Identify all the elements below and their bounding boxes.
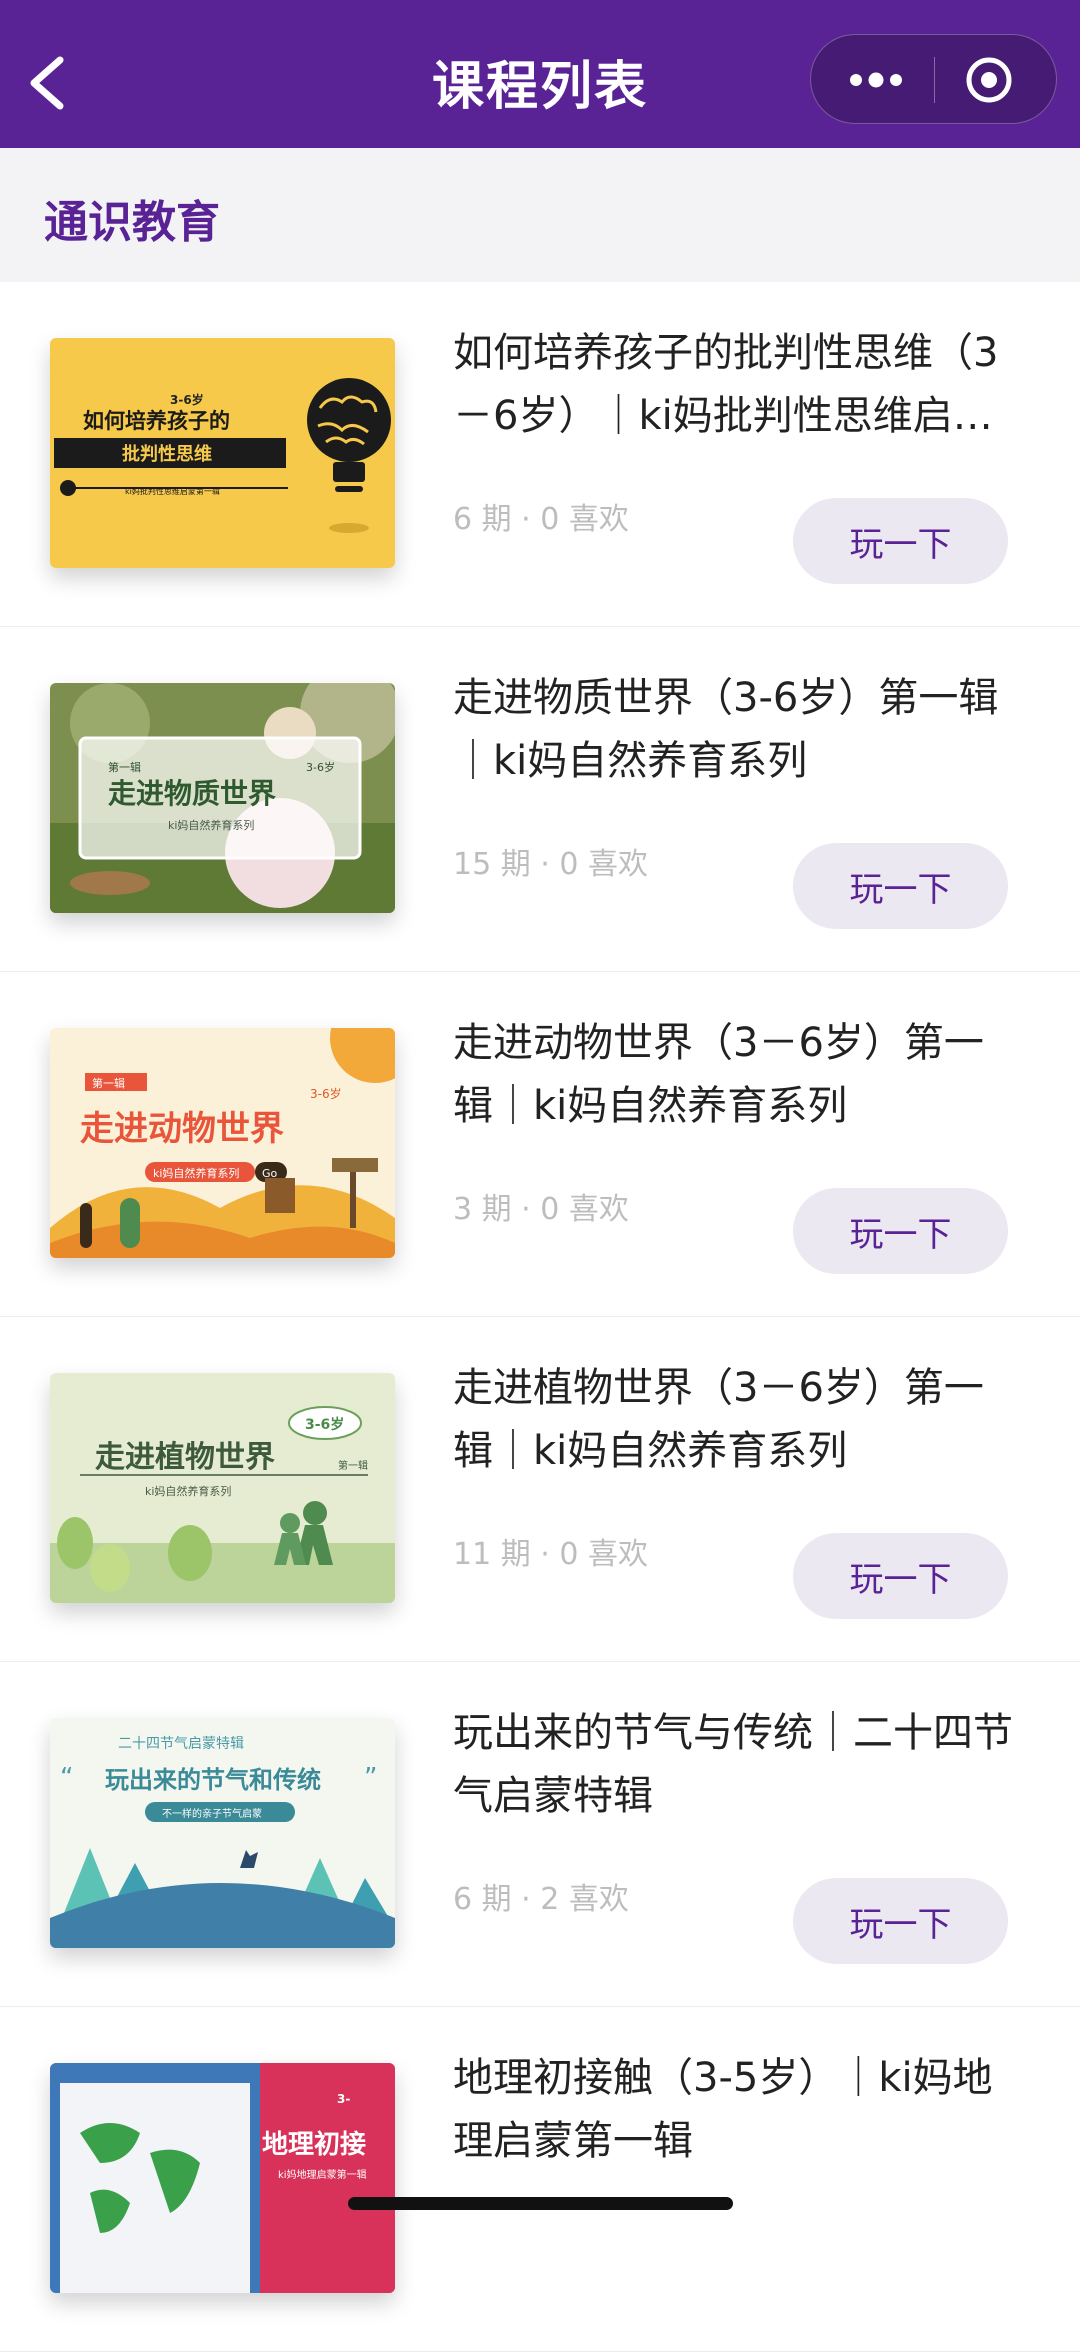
thumb-sub: ki妈自然养育系列	[153, 1166, 239, 1180]
course-thumbnail[interactable]: 第一辑 3-6岁 走进动物世界 ki妈自然养育系列 Go	[50, 1028, 395, 1258]
play-button[interactable]: 玩一下	[793, 1533, 1008, 1619]
thumb-main: 地理初接	[262, 2130, 366, 2160]
course-title[interactable]: 玩出来的节气与传统｜二十四节气启蒙特辑	[453, 1702, 1013, 1828]
course-title[interactable]: 地理初接触（3-5岁）｜ki妈地理启蒙第一辑	[453, 2047, 1013, 2173]
thumb-sub: ki妈地理启蒙第一辑	[278, 2168, 367, 2181]
course-list: 3-6岁 如何培养孩子的 批判性思维 ki妈批判性思维启蒙第一辑 如何培养孩子的…	[0, 282, 1080, 2352]
thumb-sub: ki妈批判性思维启蒙第一辑	[125, 486, 220, 496]
home-indicator	[348, 2197, 733, 2210]
thumb-age: 3-6岁	[310, 1086, 342, 1101]
course-stats: 6 期 · 2 喜欢	[453, 1882, 629, 1917]
thumb-tag: 第一辑	[338, 1459, 368, 1472]
course-item[interactable]: 第一辑 3-6岁 走进物质世界 ki妈自然养育系列 走进物质世界（3-6岁）第一…	[0, 627, 1080, 972]
course-title[interactable]: 走进物质世界（3-6岁）第一辑｜ki妈自然养育系列	[453, 667, 1013, 793]
course-item[interactable]: 3- 地理初接 ki妈地理启蒙第一辑 地理初接触（3-5岁）｜ki妈地理启蒙第一…	[0, 2007, 1080, 2352]
course-item[interactable]: 3-6岁 如何培养孩子的 批判性思维 ki妈批判性思维启蒙第一辑 如何培养孩子的…	[0, 282, 1080, 627]
capsule-divider	[934, 57, 935, 103]
navigation-bar: 课程列表	[0, 0, 1080, 148]
svg-text:”: ”	[364, 1763, 377, 1793]
thumb-sub: 不一样的亲子节气启蒙	[162, 1807, 262, 1820]
course-title[interactable]: 走进植物世界（3－6岁）第一辑｜ki妈自然养育系列	[453, 1357, 1013, 1483]
course-thumbnail[interactable]: 3-6岁 走进植物世界 第一辑 ki妈自然养育系列	[50, 1373, 395, 1603]
thumb-age: 3-6岁	[170, 392, 204, 407]
thumb-top: 二十四节气启蒙特辑	[118, 1736, 244, 1752]
close-target-icon[interactable]	[961, 55, 1017, 105]
more-menu-icon[interactable]	[841, 59, 911, 101]
course-thumbnail[interactable]: 二十四节气启蒙特辑 “ ” 玩出来的节气和传统 不一样的亲子节气启蒙	[50, 1718, 395, 1948]
thumb-age: 3-6岁	[305, 1416, 344, 1433]
course-stats: 6 期 · 0 喜欢	[453, 502, 629, 537]
course-item[interactable]: 3-6岁 走进植物世界 第一辑 ki妈自然养育系列 走进植物世界（3－6岁）第一…	[0, 1317, 1080, 1662]
thumb-line2: 批判性思维	[122, 443, 212, 465]
course-thumbnail[interactable]: 第一辑 3-6岁 走进物质世界 ki妈自然养育系列	[50, 683, 395, 913]
thumb-main: 走进物质世界	[108, 777, 276, 810]
thumb-age: 3-6岁	[306, 760, 335, 774]
thumb-age: 3-	[337, 2092, 350, 2106]
thumb-sub: ki妈自然养育系列	[168, 818, 254, 832]
course-title[interactable]: 走进动物世界（3－6岁）第一辑｜ki妈自然养育系列	[453, 1012, 1013, 1138]
thumb-main: 玩出来的节气和传统	[105, 1766, 321, 1794]
course-thumbnail[interactable]: 3-6岁 如何培养孩子的 批判性思维 ki妈批判性思维启蒙第一辑	[50, 338, 395, 568]
thumb-main: 走进植物世界	[95, 1440, 275, 1475]
thumb-main: 走进动物世界	[80, 1109, 284, 1149]
play-button[interactable]: 玩一下	[793, 1878, 1008, 1964]
course-item[interactable]: 第一辑 3-6岁 走进动物世界 ki妈自然养育系列 Go 走进动物世界（3－6岁…	[0, 972, 1080, 1317]
course-thumbnail[interactable]: 3- 地理初接 ki妈地理启蒙第一辑	[50, 2063, 395, 2293]
play-button[interactable]: 玩一下	[793, 498, 1008, 584]
course-title[interactable]: 如何培养孩子的批判性思维（3－6岁）｜ki妈批判性思维启蒙第一辑	[453, 322, 1013, 448]
thumb-sub: ki妈自然养育系列	[145, 1484, 231, 1498]
svg-text:“: “	[60, 1763, 73, 1793]
thumb-line1: 如何培养孩子的	[83, 409, 230, 433]
play-button[interactable]: 玩一下	[793, 1188, 1008, 1274]
section-title: 通识教育	[44, 197, 220, 248]
course-stats: 3 期 · 0 喜欢	[453, 1192, 629, 1227]
course-stats: 15 期 · 0 喜欢	[453, 847, 648, 882]
course-item[interactable]: 二十四节气启蒙特辑 “ ” 玩出来的节气和传统 不一样的亲子节气启蒙 玩出来的节…	[0, 1662, 1080, 2007]
thumb-tag: 第一辑	[108, 760, 141, 774]
course-stats: 11 期 · 0 喜欢	[453, 1537, 648, 1572]
mini-program-capsule	[810, 34, 1057, 124]
thumb-tag: 第一辑	[92, 1076, 125, 1090]
section-header: 通识教育	[0, 148, 1080, 280]
play-button[interactable]: 玩一下	[793, 843, 1008, 929]
